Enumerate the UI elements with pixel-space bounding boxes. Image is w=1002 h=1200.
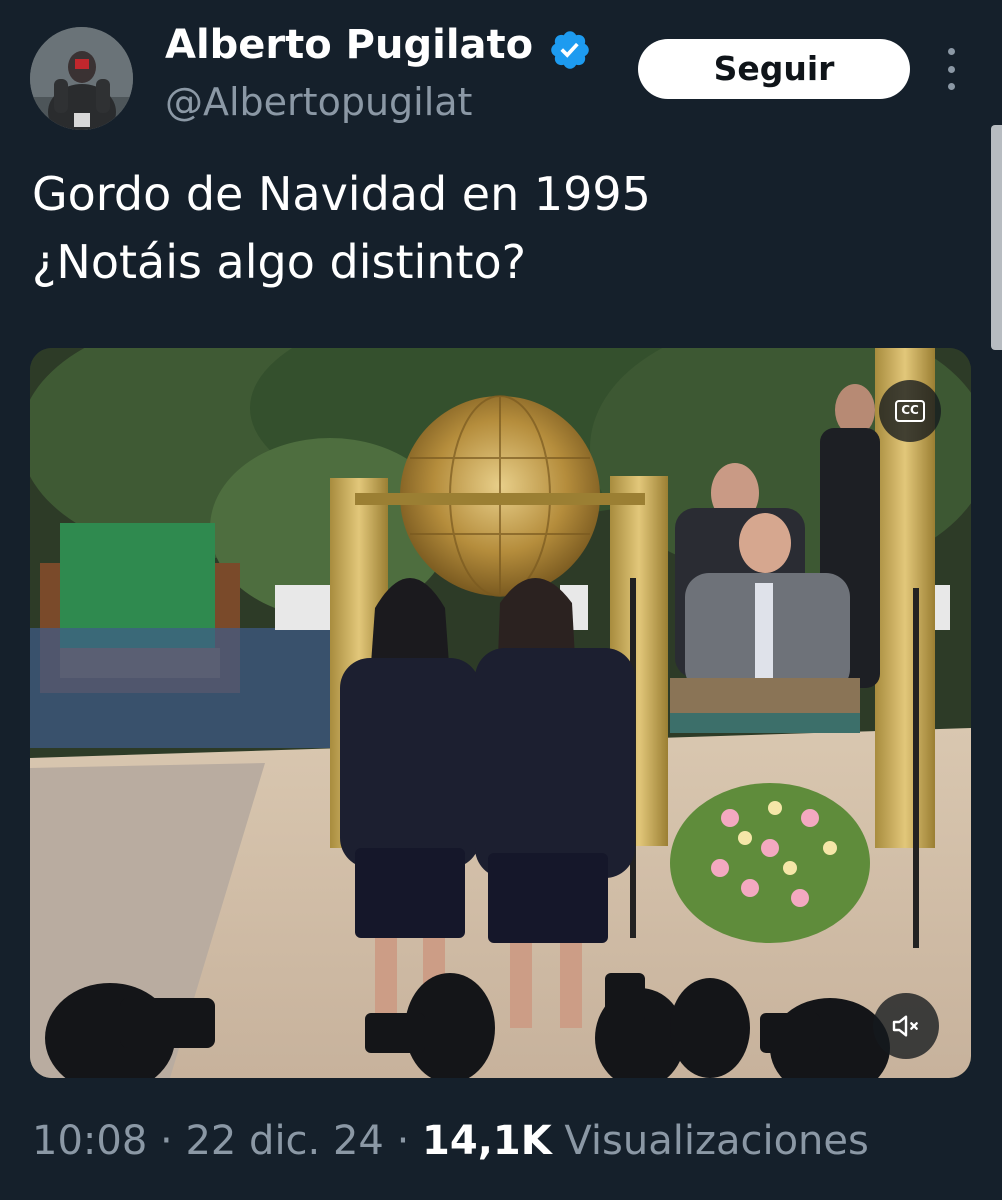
author-display-name[interactable]: Alberto Pugilato [165,22,533,68]
volume-muted-icon [892,1015,918,1037]
tweet-metadata: 10:08 · 22 dic. 24 · 14,1K Visualizacion… [32,1118,869,1164]
author-handle[interactable]: @Albertopugilat [165,80,472,124]
views-label: Visualizaciones [551,1118,869,1164]
video-player[interactable] [30,348,971,1078]
meta-separator: · [383,1118,423,1164]
views-count: 14,1K [422,1118,552,1164]
tweet-detail: Alberto Pugilato @Albertopugilat Seguir … [0,0,1002,1200]
tweet-text-line: Gordo de Navidad en 1995 [32,167,651,221]
tweet-time[interactable]: 10:08 [32,1118,147,1164]
meta-separator: · [147,1118,186,1164]
avatar[interactable] [30,27,133,130]
video-frame [30,348,971,1078]
tweet-text: Gordo de Navidad en 1995 ¿Notáis algo di… [32,160,952,296]
captions-button[interactable]: CC [879,380,941,442]
tweet-text-line: ¿Notáis algo distinto? [32,235,527,289]
unmute-button[interactable] [873,993,939,1059]
more-options-icon[interactable] [936,48,966,90]
tweet-date[interactable]: 22 dic. 24 [185,1118,383,1164]
verified-badge-icon [551,31,589,69]
follow-button[interactable]: Seguir [638,39,910,99]
scrollbar[interactable] [991,125,1002,350]
cc-icon: CC [895,400,925,422]
avatar-image [30,27,133,130]
